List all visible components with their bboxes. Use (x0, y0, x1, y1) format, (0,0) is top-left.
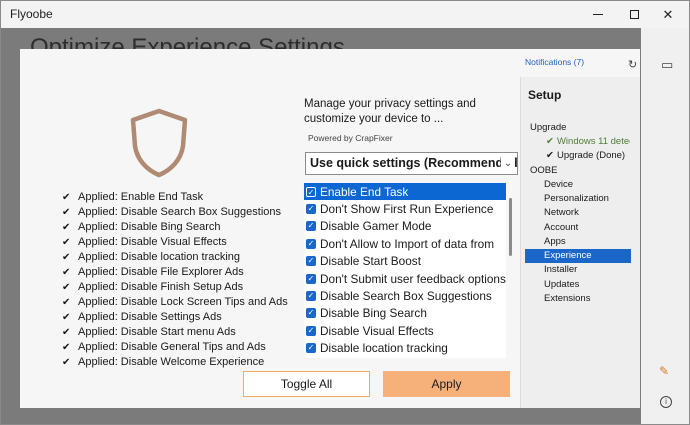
info-icon[interactable]: i (660, 396, 672, 408)
applied-item: ✔ Applied: Enable End Task (62, 191, 204, 203)
setup-title: Setup (528, 88, 562, 102)
check-icon: ✔ (62, 297, 71, 308)
applied-item: ✔ Applied: Disable File Explorer Ads (62, 266, 244, 278)
nav-windows-detected: ✔Windows 11 detected (546, 136, 630, 147)
applied-item: ✔ Applied: Disable Settings Ads (62, 311, 222, 323)
check-icon: ✔ (62, 192, 71, 203)
check-icon: ✔ (62, 252, 71, 263)
applied-list: ✔ Applied: Enable End Task ✔ Applied: Disa… (62, 190, 292, 370)
nav-personalization[interactable]: Personalization (544, 193, 609, 204)
checkbox-icon[interactable]: ✓ (306, 221, 316, 232)
check-icon: ✔ (62, 222, 71, 233)
applied-item: ✔ Applied: Disable Lock Screen Tips and A… (62, 296, 288, 308)
intro-text: Manage your privacy settings and customi… (304, 98, 476, 125)
nav-updates[interactable]: Updates (544, 279, 579, 290)
nav-apps[interactable]: Apps (544, 236, 566, 247)
nav-device[interactable]: Device (544, 179, 573, 190)
checkbox-icon[interactable]: ✓ (306, 256, 316, 267)
option-item[interactable]: ✓ Don't Show First Run Experience (304, 200, 506, 217)
applied-item: ✔ Applied: Disable Search Box Suggestions (62, 206, 282, 218)
notifications-link[interactable]: Notifications (7) (525, 57, 584, 67)
checkbox-icon[interactable]: ✓ (306, 291, 316, 302)
option-item[interactable]: ✓ Don't Submit user feedback options (304, 270, 506, 287)
option-item[interactable]: ✓ Disable Bing Search (304, 305, 506, 322)
nav-account[interactable]: Account (544, 222, 578, 233)
checkbox-icon[interactable]: ✓ (306, 343, 316, 354)
check-icon: ✔ (62, 267, 71, 278)
check-icon: ✔ (62, 342, 71, 353)
option-item[interactable]: ✓ Disable Gamer Mode (304, 218, 506, 235)
select-value: Use quick settings (Recommended) (310, 156, 518, 170)
applied-item: ✔ Applied: Disable Finish Setup Ads (62, 281, 244, 293)
option-item[interactable]: ✓ Disable Search Box Suggestions (304, 287, 506, 304)
option-item[interactable]: ✓ Don't Allow to Import of data from (304, 235, 506, 252)
applied-item: ✔ Applied: Disable Bing Search (62, 221, 221, 233)
quick-settings-select[interactable]: Use quick settings (Recommended) ⌄ (305, 152, 518, 175)
app-title: Flyoobe (10, 7, 53, 21)
close-icon: ✕ (662, 6, 674, 22)
tools-icon[interactable]: ✎ (659, 364, 669, 378)
check-icon: ✔ (62, 327, 71, 338)
checkbox-icon[interactable]: ✓ (306, 186, 316, 197)
close-button[interactable]: ✕ (645, 1, 689, 28)
options-scrollbar[interactable] (509, 198, 512, 256)
check-icon: ✔ (62, 357, 71, 368)
nav-network[interactable]: Network (544, 207, 579, 218)
check-icon: ✔ (62, 312, 71, 323)
check-icon: ✔ (546, 136, 554, 147)
title-bar: Flyoobe ✕ (1, 1, 689, 28)
nav-experience[interactable]: Experience (544, 250, 592, 261)
check-icon: ✔ (62, 282, 71, 293)
option-item[interactable]: ✓ Disable Start Boost (304, 253, 506, 270)
maximize-icon (629, 10, 639, 19)
check-icon: ✔ (546, 150, 554, 161)
option-item[interactable]: ✓ Disable Visual Effects (304, 322, 506, 339)
check-icon: ✔ (62, 207, 71, 218)
checkbox-icon[interactable]: ✓ (306, 273, 316, 284)
applied-item: ✔ Applied: Disable Start menu Ads (62, 326, 236, 338)
applied-item: ✔ Applied: Disable Visual Effects (62, 236, 227, 248)
nav-upgrade[interactable]: Upgrade (530, 122, 566, 133)
chevron-down-icon: ⌄ (501, 155, 515, 172)
nav-installer[interactable]: Installer (544, 264, 577, 275)
shield-icon (130, 108, 188, 178)
option-item[interactable]: ✓ Enable End Task (304, 183, 506, 201)
checkbox-icon[interactable]: ✓ (306, 308, 316, 319)
apply-button[interactable]: Apply (383, 371, 510, 397)
toggle-all-button[interactable]: Toggle All (243, 371, 370, 397)
checkbox-icon[interactable]: ✓ (306, 204, 316, 215)
minimize-icon (593, 14, 603, 15)
applied-item: ✔ Applied: Disable Welcome Experience (62, 356, 265, 368)
applied-item: ✔ Applied: Disable General Tips and Ads (62, 341, 266, 353)
applied-item: ✔ Applied: Disable location tracking (62, 251, 241, 263)
nav-upgrade-done[interactable]: ✔ Upgrade (Done) (546, 150, 625, 161)
refresh-icon[interactable]: ↻ (628, 58, 637, 71)
panel-icon[interactable]: ▭ (661, 57, 673, 73)
powered-by: Powered by CrapFixer (308, 133, 393, 143)
checkbox-icon[interactable]: ✓ (306, 325, 316, 336)
checkbox-icon[interactable]: ✓ (306, 238, 316, 249)
nav-oobe[interactable]: OOBE (530, 165, 557, 176)
option-item[interactable]: ✓ Disable location tracking (304, 340, 506, 357)
nav-extensions[interactable]: Extensions (544, 293, 590, 304)
check-icon: ✔ (62, 237, 71, 248)
options-list[interactable]: ✓ Enable End Task ✓ Don't Show First Run E… (304, 183, 506, 358)
